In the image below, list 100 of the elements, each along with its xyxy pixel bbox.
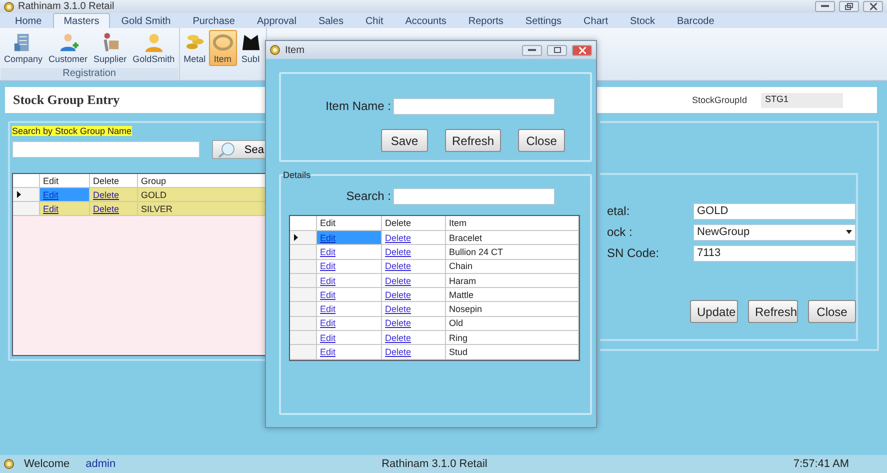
ribbon-button[interactable]: Customer [46,30,91,66]
edit-link[interactable]: Edit [317,331,382,346]
table-cell: Bracelet [446,231,579,246]
menu-tab[interactable]: Stock [619,13,666,28]
close-icon [578,46,586,54]
table-cell: Nosepin [446,302,579,317]
menu-tab[interactable]: Accounts [394,13,458,28]
delete-link[interactable]: Delete [90,188,138,202]
minimize-icon [821,5,829,8]
menu-tab[interactable]: Reports [457,13,514,28]
header-cell [13,174,40,188]
dialog-button[interactable]: Save [381,129,428,152]
restore-button[interactable] [839,1,859,12]
maximize-icon [554,47,560,53]
edit-link[interactable]: Edit [317,345,382,360]
minimize-button[interactable] [522,44,542,56]
column-header: Item [446,216,579,231]
delete-link[interactable]: Delete [382,274,446,288]
delete-link[interactable]: Delete [382,260,446,274]
edit-link[interactable]: Edit [317,302,382,317]
field-label: Item Name : [324,99,392,113]
page-title: Stock Group Entry [13,92,120,108]
edit-link[interactable]: Edit [317,274,382,288]
delete-link[interactable]: Delete [382,231,446,246]
ribbon-button[interactable]: SubI [236,30,265,66]
person-icon [142,32,165,53]
column-header: Edit [317,216,382,231]
delete-link[interactable]: Delete [382,288,446,302]
delete-link[interactable]: Delete [382,331,446,346]
menu-tab[interactable]: Masters [52,13,110,28]
column-header: Edit [40,174,90,188]
text-field[interactable]: 7113 [693,244,856,262]
minimize-button[interactable] [815,1,835,12]
emblem-icon [270,45,280,55]
menu-tab[interactable]: Home [4,13,53,28]
delete-link[interactable]: Delete [382,345,446,360]
ribbon-button[interactable]: Metal [180,30,209,66]
menu-tab[interactable]: Purchase [182,13,246,28]
id-field[interactable]: STG1 [761,92,843,108]
field-label: StockGroupId [692,95,747,105]
group-label: Registration [1,68,178,80]
table-cell: Old [446,316,579,332]
column-header: Delete [382,216,446,231]
ribbon-button[interactable]: GoldSmith [130,30,178,66]
close-button[interactable] [572,44,592,56]
menu-tab[interactable]: Gold Smith [110,13,182,28]
menu-tab[interactable]: Chart [572,13,619,28]
minimize-icon [528,48,536,52]
menu-tab[interactable]: Barcode [666,13,726,28]
table-cell: Bullion 24 CT [446,245,579,260]
ribbon-button[interactable]: Company [1,30,46,66]
table-cell: Chain [446,260,579,274]
maximize-button[interactable] [547,44,567,56]
ring-icon [212,32,234,53]
menu-tab[interactable]: Settings [514,13,573,28]
header-cell [290,216,317,231]
edit-link[interactable]: Edit [317,288,382,302]
field-label: Search : [345,189,392,203]
close-icon [870,3,876,10]
row-pointer-icon [17,191,21,198]
delete-link[interactable]: Delete [382,302,446,317]
delete-link[interactable]: Delete [90,202,138,216]
row-header[interactable] [13,188,40,202]
field-label: ock : [606,225,634,239]
menu-tab[interactable]: Approval [246,13,308,28]
menu-tab[interactable]: Chit [354,13,394,28]
search-button[interactable]: Sea [212,140,266,159]
search-field[interactable] [12,141,200,158]
item-name-field[interactable] [393,98,555,114]
field-label: SN Code: [606,246,660,260]
delete-link[interactable]: Delete [382,316,446,332]
form-button[interactable]: Close [808,300,856,323]
ribbon-button[interactable]: Supplier [90,30,130,66]
status-title: Rathinam 3.1.0 Retail [380,458,488,470]
dialog-button[interactable]: Refresh [445,129,502,152]
menu-tab[interactable]: Sales [307,13,354,28]
welcome-text: Welcome [24,458,70,470]
table-cell: Mattle [446,288,579,302]
edit-link[interactable]: Edit [317,260,382,274]
edit-link[interactable]: Edit [317,245,382,260]
ribbon-button[interactable]: Item [208,30,237,66]
delete-link[interactable]: Delete [382,245,446,260]
form-button[interactable]: Refresh [748,300,798,323]
restore-icon [845,3,853,10]
row-header[interactable] [290,231,317,246]
dialog-button[interactable]: Close [518,129,566,152]
search-icon [218,142,236,158]
window-title: Rathinam 3.1.0 Retail [18,1,116,12]
form-button[interactable]: Update [690,300,738,323]
clock-text: 7:57:41 AM [793,458,849,470]
search-label: Search by Stock Group Name [12,126,132,136]
edit-link[interactable]: Edit [317,316,382,332]
close-button[interactable] [863,1,883,12]
search-field[interactable] [393,188,555,204]
edit-link[interactable]: Edit [40,202,90,216]
dropdown-field[interactable]: NewGroup [693,224,856,240]
text-field[interactable]: GOLD [693,202,856,220]
column-header: Delete [90,174,138,188]
row-pointer-icon [294,234,298,242]
table-cell: Haram [446,274,579,288]
